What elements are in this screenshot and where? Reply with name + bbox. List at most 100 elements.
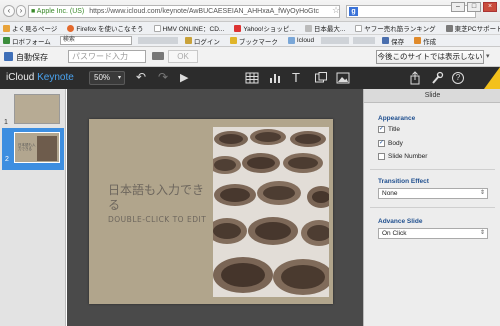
roboform-icon (3, 37, 10, 44)
browser-toolbar: ‹ › ■ Apple Inc. (US) https://www.icloud… (0, 0, 500, 22)
bookmark-menu-button[interactable]: ブックマーク (227, 36, 278, 46)
slide-title[interactable]: 日本語も入力できる (108, 183, 208, 213)
zoom-select[interactable]: 50% ▾ (89, 71, 125, 85)
slide-canvas[interactable]: 日本語も入力できる DOUBLE-CLICK TO EDIT (67, 89, 363, 326)
shape-icon[interactable] (314, 71, 328, 85)
text-icon[interactable]: T (292, 71, 306, 85)
play-icon[interactable]: ▶ (180, 71, 194, 85)
bookmark-item[interactable]: HMV ONLINE：CD... (151, 23, 224, 33)
redacted-area (353, 37, 376, 44)
chevron-down-icon: ▾ (117, 75, 121, 81)
slide-thumbnail-selected[interactable]: 日本語も入力できる 2 (2, 128, 64, 170)
icloud-button[interactable]: Icloud (285, 37, 314, 44)
slide-number-checkbox[interactable] (378, 153, 385, 160)
firefox-icon (67, 24, 75, 32)
forward-icon[interactable]: › (16, 5, 26, 17)
chart-icon[interactable] (268, 71, 282, 85)
yahoo-icon (234, 24, 242, 32)
bookmark-icon (355, 24, 363, 32)
lock-icon: ■ (31, 8, 36, 15)
minimize-button[interactable]: – (451, 2, 465, 12)
share-icon[interactable] (408, 71, 422, 85)
thumbnail-image (37, 136, 57, 161)
appearance-heading: Appearance (378, 115, 416, 122)
divider (370, 169, 495, 170)
never-show-button[interactable]: 今後このサイトでは表示しない (376, 50, 484, 64)
maximize-button[interactable]: □ (467, 2, 481, 12)
bookmark-item[interactable]: ヤフー売れ筋ランキング (352, 23, 436, 33)
transition-heading: Transition Effect (378, 178, 429, 185)
checkbox-label: Title (388, 126, 401, 133)
tab-slide[interactable]: Slide (364, 89, 500, 103)
slide-number-checkbox-row[interactable]: Slide Number (378, 153, 427, 160)
slide-photo[interactable] (213, 127, 329, 297)
help-icon[interactable]: ? (452, 72, 464, 84)
bookmark-item[interactable]: Yahoo!ショッピ... (231, 23, 295, 33)
slide-thumbnail-preview: 日本語も入力できる (14, 132, 60, 163)
beta-ribbon (484, 67, 500, 89)
transition-value: None (382, 190, 398, 197)
advance-value: On Click (382, 230, 407, 237)
autosave-label: 自動保存 (16, 53, 48, 62)
keyboard-icon[interactable] (152, 52, 164, 60)
body-checkbox[interactable]: ✓ (378, 140, 385, 147)
brand-label: iCloud (6, 72, 35, 83)
url-input[interactable]: ■ Apple Inc. (US) https://www.icloud.com… (28, 5, 340, 18)
inspector-panel: Slide Appearance ✓ Title ✓ Body Slide Nu… (363, 89, 500, 326)
zoom-value: 50% (94, 73, 111, 82)
bookmark-icon (3, 24, 10, 32)
site-identity: Apple Inc. (US) (36, 8, 85, 15)
back-icon[interactable]: ‹ (3, 5, 15, 17)
password-input[interactable]: パスワード入力 (68, 50, 146, 63)
folder-icon (445, 24, 453, 32)
roboform-search-input[interactable]: 検索 (59, 36, 132, 45)
wrench-icon[interactable] (430, 71, 444, 85)
save-button[interactable]: 保存 (379, 36, 404, 46)
create-button[interactable]: 作成 (411, 36, 436, 46)
login-button[interactable]: ログイン (182, 36, 220, 46)
undo-icon[interactable]: ↶ (136, 71, 150, 85)
bookmark-item[interactable]: よく見るページ (0, 23, 57, 33)
updown-icon: ⇕ (479, 190, 485, 196)
thumbnail-title: 日本語も入力できる (18, 143, 36, 151)
url-text: https://www.icloud.com/keynote/AwBUCAESE… (89, 8, 319, 15)
autosave-bar: 自動保存 パスワード入力 OK 今後このサイトでは表示しない ▾ (0, 47, 500, 67)
media-icon[interactable] (336, 71, 350, 85)
roboform-button[interactable]: ロボフォーム (0, 36, 51, 46)
create-icon (414, 37, 422, 44)
save-disk-icon (4, 52, 13, 61)
transition-select[interactable]: None ⇕ (378, 188, 488, 199)
app-brand: iCloud Keynote (6, 72, 74, 83)
slide-body[interactable]: DOUBLE-CLICK TO EDIT (108, 215, 220, 225)
keynote-toolbar: iCloud Keynote 50% ▾ ↶ ↷ ▶ T ? (0, 67, 500, 89)
bookmark-icon (153, 24, 161, 32)
bookmark-item[interactable]: Firefox を使いこなそう (64, 23, 144, 33)
body-checkbox-row[interactable]: ✓ Body (378, 140, 403, 147)
checkbox-label: Slide Number (388, 153, 428, 160)
table-icon[interactable] (245, 71, 259, 85)
slide-number: 1 (4, 119, 8, 126)
window-controls: – □ × (451, 2, 497, 12)
redacted-area (137, 37, 178, 44)
close-button[interactable]: × (483, 2, 497, 12)
bookmark-item[interactable]: 東芝PCサポート情報 (443, 23, 500, 33)
slide-number: 2 (5, 156, 9, 163)
app-name: Keynote (37, 72, 74, 83)
title-checkbox-row[interactable]: ✓ Title (378, 126, 400, 133)
title-checkbox[interactable]: ✓ (378, 126, 385, 133)
divider (370, 207, 495, 208)
advance-select[interactable]: On Click ⇕ (378, 228, 488, 239)
cloud-icon (287, 37, 295, 44)
redacted-area (321, 37, 350, 44)
slide[interactable]: 日本語も入力できる DOUBLE-CLICK TO EDIT (89, 119, 333, 304)
updown-icon: ⇕ (479, 230, 485, 236)
login-icon (184, 37, 192, 44)
slide-thumbnail[interactable] (14, 94, 60, 124)
checkbox-label: Body (388, 140, 403, 147)
bookmark-item[interactable]: 日本最大... (302, 23, 345, 33)
redo-icon[interactable]: ↷ (158, 71, 172, 85)
ok-button[interactable]: OK (168, 50, 198, 63)
chevron-down-icon[interactable]: ▾ (486, 52, 490, 60)
bookmark-star-icon[interactable]: ☆ (332, 5, 340, 16)
save-icon (382, 37, 390, 44)
